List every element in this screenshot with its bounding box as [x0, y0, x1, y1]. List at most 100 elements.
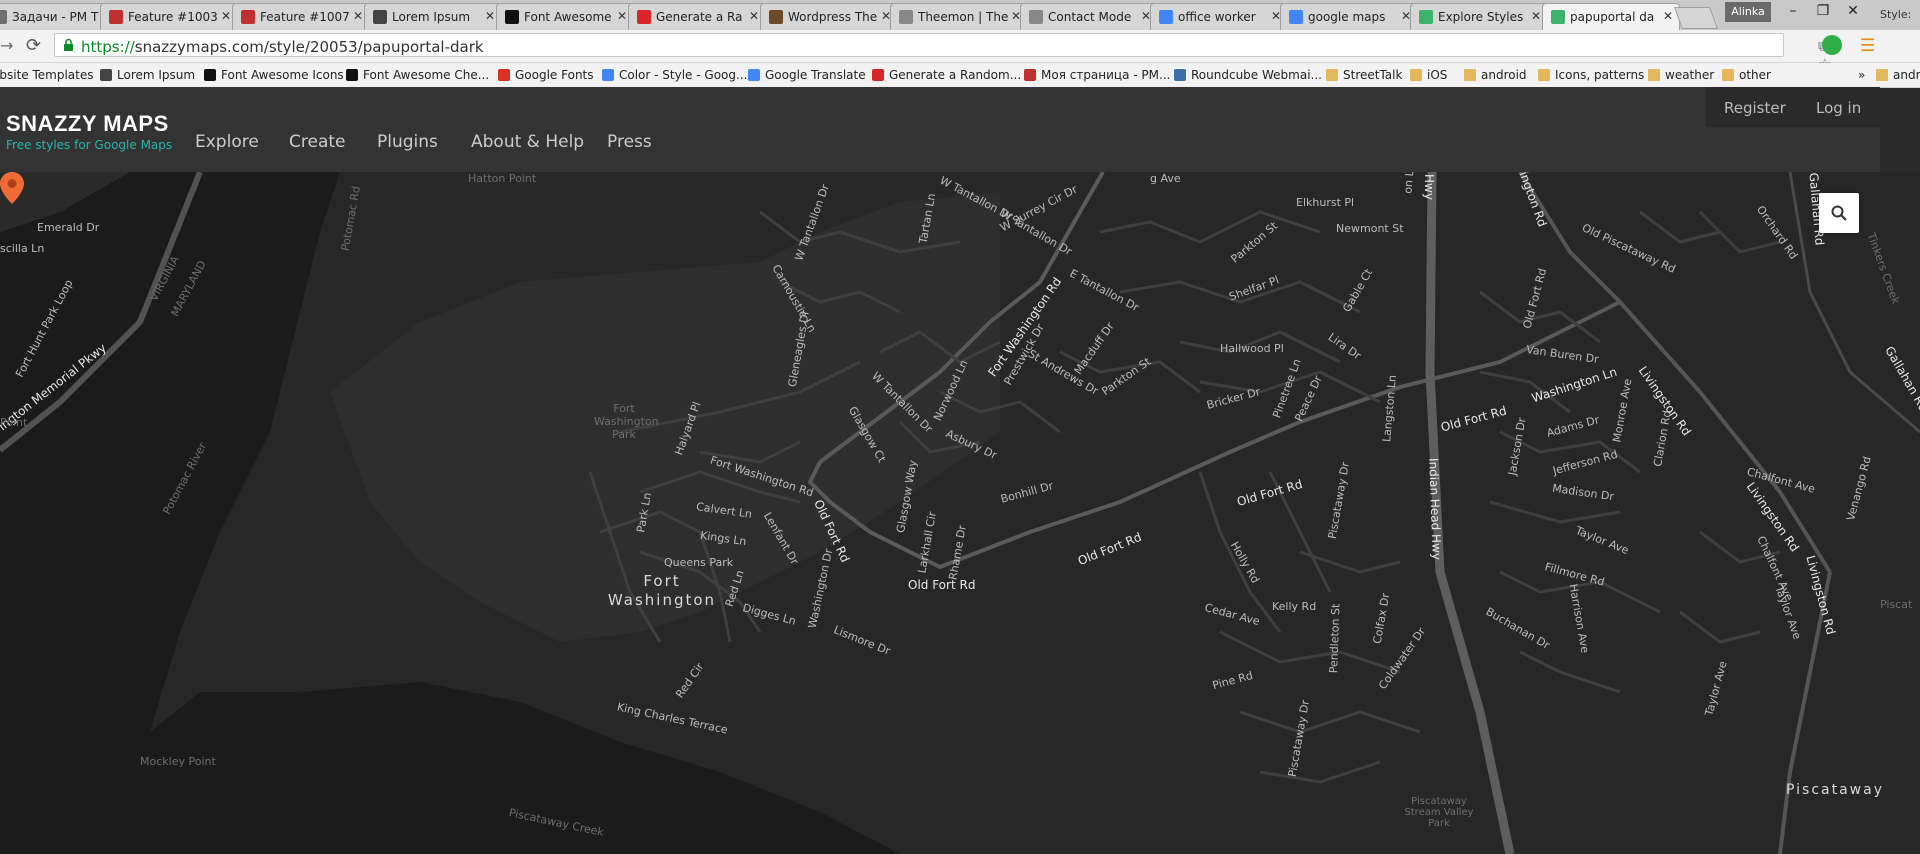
browser-tab[interactable]: Wordpress The ✕: [760, 3, 898, 30]
map-canvas[interactable]: Emerald Dr scilla Ln VIRGINIA MARYLAND F…: [0, 172, 1920, 854]
new-tab-button[interactable]: [1673, 7, 1719, 29]
tab-title: Explore Styles: [1438, 10, 1524, 24]
tab-title: Lorem Ipsum: [392, 10, 471, 24]
google-icon: [1159, 10, 1173, 24]
site-logo[interactable]: SNAZZY MAPS Free styles for Google Maps: [6, 111, 172, 152]
close-icon[interactable]: ✕: [221, 9, 231, 23]
bookmark-label: android: [1481, 68, 1527, 82]
browser-tab[interactable]: office worker ✕: [1150, 3, 1288, 30]
generator-icon: [872, 69, 884, 81]
bookmark-item[interactable]: Generate a Random...: [872, 68, 1021, 82]
forward-arrow-icon[interactable]: →: [0, 36, 13, 55]
map-label: g Ave: [1150, 172, 1181, 185]
bookmark-item[interactable]: StreetTalk: [1326, 68, 1402, 82]
close-icon[interactable]: ✕: [1663, 9, 1673, 23]
window-minimize-button[interactable]: –: [1778, 0, 1808, 22]
browser-user-badge[interactable]: Alinka: [1725, 2, 1771, 22]
bookmark-item[interactable]: Google Translate: [748, 68, 866, 82]
browser-tab[interactable]: Feature #1007 ✕: [232, 3, 370, 30]
tab-title: Feature #1007: [260, 10, 350, 24]
browser-toolbar: → ⟳ https://snazzymaps.com/style/20053/p…: [0, 30, 1920, 73]
map-label: Pendleton St: [1327, 603, 1343, 674]
bookmark-item[interactable]: Моя страница - PM...: [1024, 68, 1170, 82]
tab-title: Contact Mode: [1048, 10, 1132, 24]
account-links: Register Log in: [1706, 87, 1880, 127]
browser-tab[interactable]: google maps ✕: [1280, 3, 1418, 30]
reload-icon[interactable]: ⟳: [26, 35, 41, 56]
tab-title: Wordpress The: [788, 10, 878, 24]
document-icon: [1029, 10, 1043, 24]
bookmark-item[interactable]: other: [1722, 68, 1771, 82]
map-layer: [0, 172, 1920, 854]
map-label: Hallwood Pl: [1220, 342, 1284, 355]
nav-plugins[interactable]: Plugins: [377, 132, 438, 152]
browser-tab[interactable]: papuportal da ✕: [1542, 3, 1680, 30]
map-label: Hatton Point: [468, 172, 537, 185]
map-label: Emerald Dr: [37, 221, 100, 234]
folder-icon: [1722, 69, 1734, 81]
browser-tab[interactable]: Lorem Ipsum ✕: [364, 3, 502, 30]
bookmarks-overflow-button[interactable]: »: [1858, 68, 1865, 82]
bookmark-label: Google Fonts: [515, 68, 594, 82]
bookmark-item[interactable]: Font Awesome Che...: [346, 68, 489, 82]
window-close-button[interactable]: ✕: [1838, 0, 1868, 22]
map-label: Fort Washington Park: [594, 402, 659, 441]
close-icon[interactable]: ✕: [485, 9, 495, 23]
bookmark-label: StreetTalk: [1343, 68, 1403, 82]
browser-tab[interactable]: Contact Mode ✕: [1020, 3, 1158, 30]
login-link[interactable]: Log in: [1816, 99, 1861, 117]
bookmark-label: ebsite Templates: [0, 68, 94, 82]
flag-icon: [346, 69, 358, 81]
close-icon[interactable]: ✕: [1531, 9, 1541, 23]
bookmark-item[interactable]: Font Awesome Icons: [204, 68, 344, 82]
nav-create[interactable]: Create: [289, 132, 346, 152]
translate-icon: [748, 69, 760, 81]
browser-tab[interactable]: Generate a Ra ✕: [628, 3, 766, 30]
register-link[interactable]: Register: [1724, 99, 1786, 117]
close-icon[interactable]: ✕: [749, 9, 759, 23]
map-label: scilla Ln: [0, 242, 45, 255]
search-icon: [1831, 205, 1847, 221]
bookmark-label: Font Awesome Icons: [221, 68, 344, 82]
close-icon[interactable]: ✕: [353, 9, 363, 23]
browser-tab[interactable]: Explore Styles ✕: [1410, 3, 1548, 30]
map-label: Elkhurst Pl: [1296, 196, 1355, 209]
lock-icon: [64, 38, 73, 51]
map-pin-icon[interactable]: [0, 172, 24, 204]
browser-tab[interactable]: Feature #1003 ✕: [100, 3, 238, 30]
folder-icon: [1538, 69, 1550, 81]
nav-about-help[interactable]: About & Help: [471, 132, 584, 152]
bookmark-label: Font Awesome Che...: [363, 68, 490, 82]
bookmarks-bar: ebsite Templates Lorem Ipsum Font Awesome …: [0, 63, 1920, 88]
nav-press[interactable]: Press: [607, 132, 652, 152]
folder-icon: [1410, 69, 1422, 81]
close-icon[interactable]: ✕: [617, 9, 627, 23]
bookmark-item[interactable]: Google Fonts: [498, 68, 594, 82]
bookmark-item[interactable]: ebsite Templates: [0, 68, 94, 82]
tab-title: Generate a Ra: [656, 10, 743, 24]
bookmark-item[interactable]: iOS: [1410, 68, 1447, 82]
tab-title: Feature #1003: [128, 10, 218, 24]
bookmark-item[interactable]: Roundcube Webmai...: [1174, 68, 1322, 82]
map-label: Piscataway Stream Valley Park: [1404, 796, 1474, 829]
browser-tab[interactable]: Theemon | The ✕: [890, 3, 1028, 30]
bookmark-item[interactable]: weather: [1648, 68, 1714, 82]
map-label: Hwy: [1421, 174, 1436, 200]
browser-tab[interactable]: Font Awesome ✕: [496, 3, 634, 30]
bookmark-item[interactable]: Icons, patterns: [1538, 68, 1644, 82]
browser-menu-icon[interactable]: ☰: [1860, 36, 1875, 56]
document-icon: [899, 10, 913, 24]
nav-explore[interactable]: Explore: [195, 132, 259, 152]
bookmark-item[interactable]: Color - Style - Goog...: [602, 68, 747, 82]
address-bar[interactable]: https://snazzymaps.com/style/20053/papup…: [54, 33, 1831, 73]
bookmark-label: Generate a Random...: [889, 68, 1022, 82]
bookmark-item[interactable]: android: [1464, 68, 1527, 82]
site-header: SNAZZY MAPS Free styles for Google Maps …: [0, 87, 1880, 172]
overflow-tab-label[interactable]: Style:: [1880, 8, 1911, 21]
map-search-button[interactable]: [1819, 193, 1859, 233]
bookmark-folder-android[interactable]: andro: [1876, 68, 1920, 82]
window-restore-button[interactable]: ❐: [1808, 0, 1838, 22]
extension-icon[interactable]: [1822, 35, 1842, 55]
bookmark-item[interactable]: Lorem Ipsum: [100, 68, 195, 82]
lorem-icon: [373, 10, 387, 24]
